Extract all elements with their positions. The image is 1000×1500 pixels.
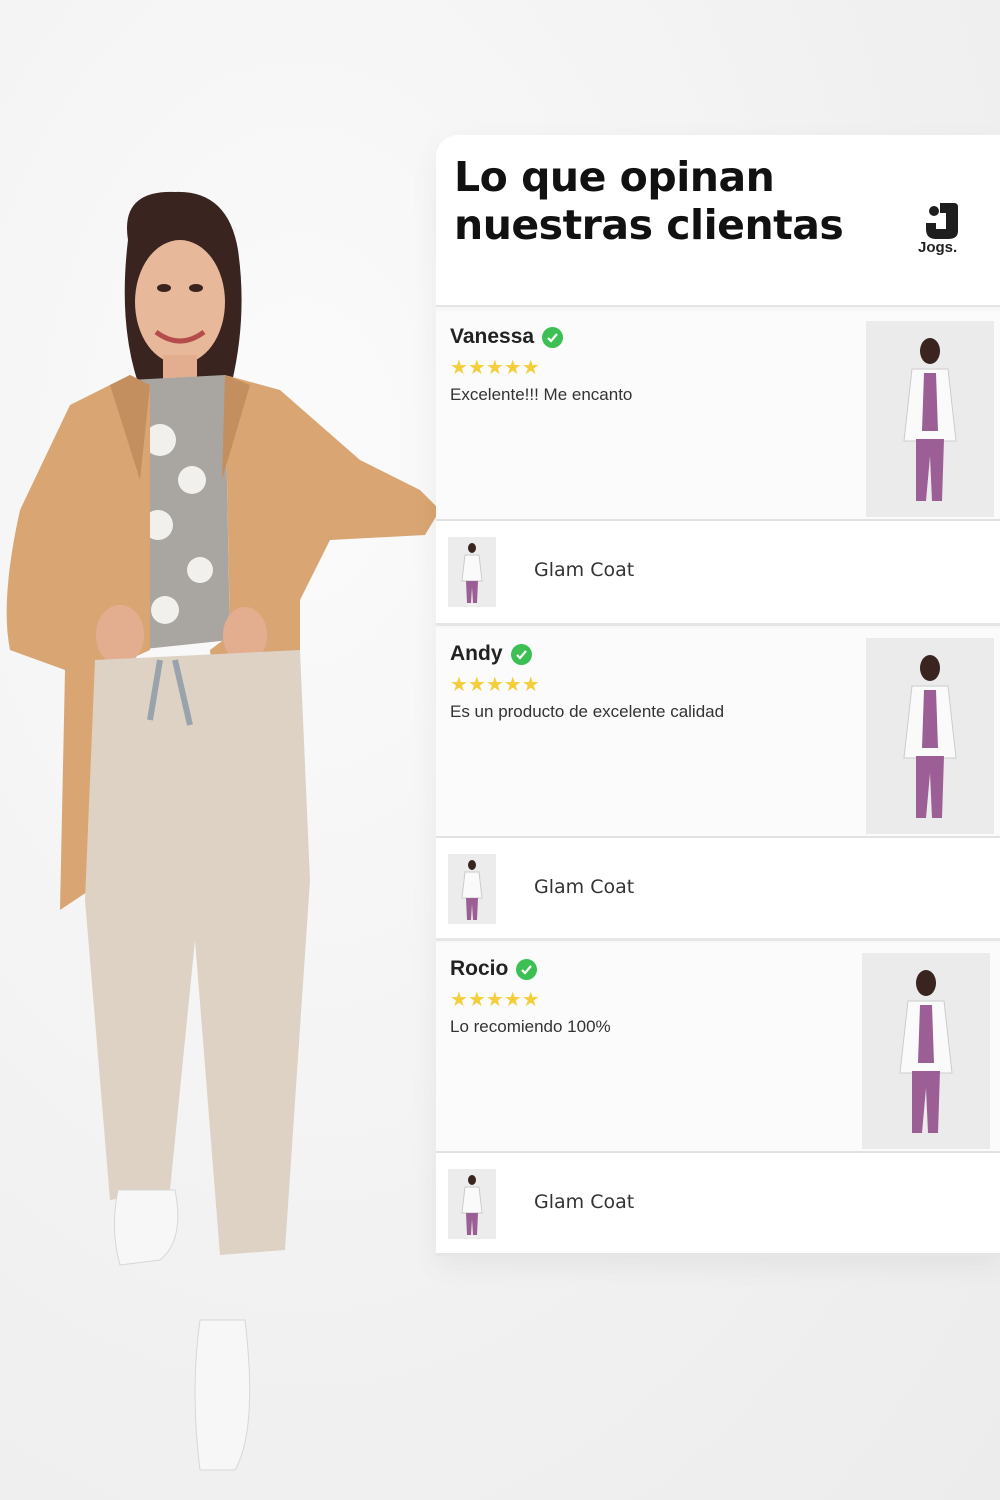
star-rating: ★★★★★ (450, 674, 540, 696)
review-comment: Lo recomiendo 100% (450, 1017, 611, 1036)
product-link[interactable]: Glam Coat (448, 854, 678, 924)
product-name[interactable]: Glam Coat (500, 1175, 676, 1229)
review-card: Andy ★★★★★ Es un producto de excelente c… (436, 628, 1000, 941)
reviews-panel: Lo que opinan nuestras clientas Jogs. Va… (436, 135, 1000, 1256)
review-photo[interactable] (862, 953, 990, 1149)
verified-check-icon (516, 958, 538, 980)
product-name[interactable]: Glam Coat (500, 543, 676, 597)
review-card: Vanessa ★★★★★ Excelente!!! Me encanto Gl… (436, 311, 1000, 626)
page-title: Lo que opinan nuestras clientas (454, 153, 844, 249)
product-link[interactable]: Glam Coat (448, 1169, 678, 1239)
verified-check-icon (542, 326, 564, 348)
review-photo[interactable] (866, 638, 994, 834)
panel-header: Lo que opinan nuestras clientas Jogs. (436, 135, 1000, 307)
verified-check-icon (510, 643, 532, 665)
reviewer: Rocio (450, 957, 538, 981)
reviewer-name: Rocio (450, 957, 509, 980)
review-photo[interactable] (866, 321, 994, 517)
brand-logo: Jogs. (914, 201, 970, 261)
review-card: Rocio ★★★★★ Lo recomiendo 100% Glam Coat (436, 943, 1000, 1256)
product-link[interactable]: Glam Coat (448, 537, 678, 607)
model-photo (0, 180, 440, 1490)
reviewer: Andy (450, 642, 532, 666)
reviewer: Vanessa (450, 325, 564, 349)
jogs-logo-icon (926, 203, 958, 239)
star-rating: ★★★★★ (450, 989, 540, 1011)
product-thumbnail (448, 854, 496, 924)
product-name[interactable]: Glam Coat (500, 860, 676, 914)
reviewer-name: Andy (450, 642, 503, 665)
reviewer-name: Vanessa (450, 325, 535, 348)
product-thumbnail (448, 537, 496, 607)
star-rating: ★★★★★ (450, 357, 540, 379)
review-comment: Excelente!!! Me encanto (450, 385, 633, 404)
product-thumbnail (448, 1169, 496, 1239)
logo-text: Jogs. (918, 239, 958, 256)
review-comment: Es un producto de excelente calidad (450, 702, 725, 721)
